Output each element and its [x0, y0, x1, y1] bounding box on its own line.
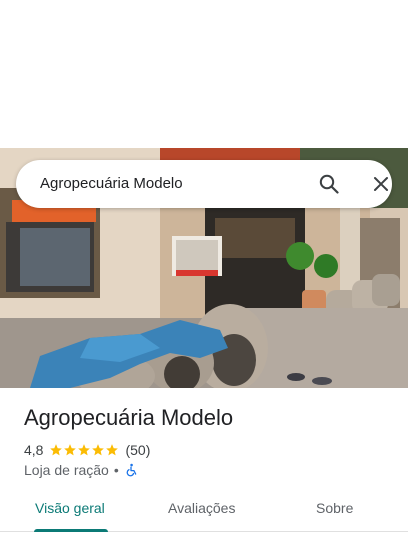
tab-about[interactable]: Sobre: [316, 500, 353, 516]
tab-bar: Visão geral Avaliações Sobre: [0, 492, 408, 532]
rating-row[interactable]: 4,8 (50): [24, 441, 150, 459]
active-tab-indicator: [34, 529, 108, 532]
map-top-area: [0, 0, 408, 148]
star-icon: [92, 444, 105, 456]
category-label: Loja de ração: [24, 462, 109, 478]
star-icon: [64, 444, 77, 456]
search-icon: [319, 174, 339, 194]
place-name: Agropecuária Modelo: [24, 405, 234, 430]
star-icon: [50, 444, 63, 456]
search-bar[interactable]: Agropecuária Modelo: [16, 160, 392, 208]
star-rating: [49, 443, 119, 457]
search-button[interactable]: [314, 170, 344, 198]
tab-overview[interactable]: Visão geral: [35, 500, 105, 516]
star-icon: [78, 444, 91, 456]
tab-reviews[interactable]: Avaliações: [168, 500, 235, 516]
review-count[interactable]: (50): [125, 442, 150, 458]
wheelchair-icon: [126, 463, 137, 477]
close-button[interactable]: [366, 170, 396, 198]
search-input[interactable]: Agropecuária Modelo: [40, 175, 183, 192]
close-icon: [374, 177, 388, 191]
category-row: Loja de ração •: [24, 461, 138, 479]
rating-value: 4,8: [24, 442, 44, 458]
separator-dot: •: [113, 462, 119, 478]
star-icon: [106, 444, 119, 456]
